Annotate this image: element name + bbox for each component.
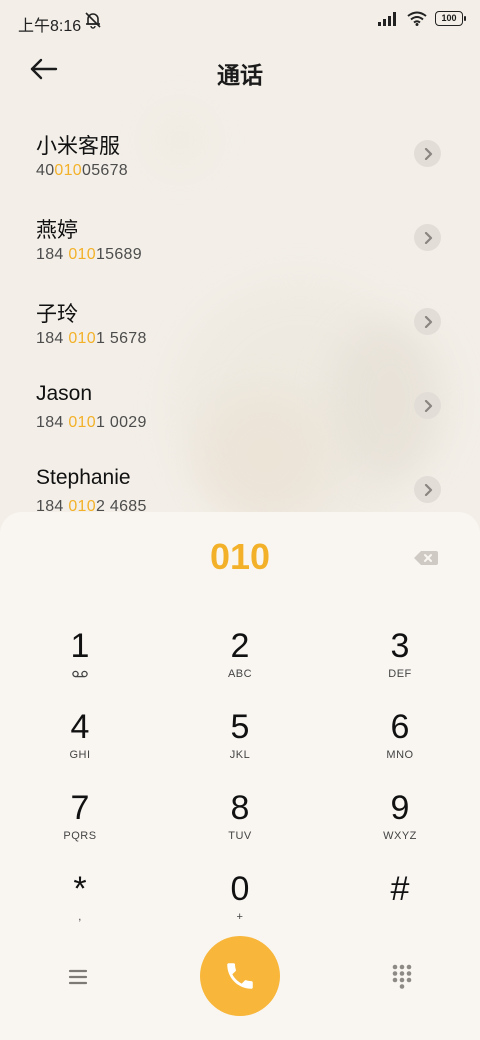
chevron-right-icon xyxy=(424,147,432,160)
key-letters: GHI xyxy=(69,749,91,761)
contact-detail-button[interactable] xyxy=(414,392,441,419)
wifi-icon xyxy=(407,11,427,26)
contact-name: 小米客服 xyxy=(36,135,120,158)
contact-number: 4001005678 xyxy=(36,162,129,179)
key-hash[interactable]: # xyxy=(340,869,460,945)
key-7[interactable]: 7 PQRS xyxy=(20,788,140,864)
key-digit: 0 xyxy=(230,870,250,908)
status-bar: 上午8:16 100 xyxy=(0,0,480,40)
key-star[interactable]: * , xyxy=(20,869,140,945)
voicemail-icon xyxy=(72,670,88,678)
key-digit: # xyxy=(390,870,410,908)
page-title: 通话 xyxy=(217,62,263,88)
key-5[interactable]: 5 JKL xyxy=(180,707,300,783)
key-letters: PQRS xyxy=(63,830,97,842)
key-letters: MNO xyxy=(386,749,414,761)
backspace-icon[interactable] xyxy=(413,548,439,568)
key-letters: DEF xyxy=(388,668,412,680)
chevron-right-icon xyxy=(424,315,432,328)
key-0[interactable]: 0 + xyxy=(180,869,300,945)
contact-result[interactable]: Jason 184 0101 0029 xyxy=(0,372,480,456)
chevron-right-icon xyxy=(424,483,432,496)
key-2[interactable]: 2 ABC xyxy=(180,626,300,702)
chevron-right-icon xyxy=(424,399,432,412)
dialer-action-bar xyxy=(0,936,480,1016)
key-9[interactable]: 9 WXYZ xyxy=(340,788,460,864)
key-digit: 5 xyxy=(230,708,250,746)
contact-detail-button[interactable] xyxy=(414,308,441,335)
contact-result[interactable]: 子玲 184 0101 5678 xyxy=(0,288,480,372)
key-digit: * xyxy=(73,870,87,908)
key-8[interactable]: 8 TUV xyxy=(180,788,300,864)
key-digit: 8 xyxy=(230,789,250,827)
key-digit: 6 xyxy=(390,708,410,746)
key-digit: 4 xyxy=(70,708,90,746)
signal-icon xyxy=(378,11,396,26)
key-3[interactable]: 3 DEF xyxy=(340,626,460,702)
contact-detail-button[interactable] xyxy=(414,140,441,167)
mute-notification-icon xyxy=(85,12,101,29)
key-letters: TUV xyxy=(228,830,252,842)
key-1[interactable]: 1 xyxy=(20,626,140,702)
key-letters: + xyxy=(236,911,244,923)
contact-number: 184 01015689 xyxy=(36,246,142,263)
key-letters: WXYZ xyxy=(383,830,417,842)
contact-result[interactable]: 小米客服 4001005678 xyxy=(0,120,480,204)
key-letters: ABC xyxy=(227,668,253,680)
dialpad-panel: 010 1 2 ABC 3 DEF 4 GHI 5 JKL 6 MNO 7 PQ… xyxy=(0,512,480,1040)
key-letters: , xyxy=(78,911,82,923)
contact-number: 184 0101 0029 xyxy=(36,414,147,431)
contact-result[interactable]: Stephanie 184 0102 4685 xyxy=(0,456,480,515)
contact-detail-button[interactable] xyxy=(414,476,441,503)
keypad-icon[interactable] xyxy=(388,962,416,990)
status-time: 上午8:16 xyxy=(18,18,82,35)
contact-name: 子玲 xyxy=(36,303,78,326)
key-letters: JKL xyxy=(229,749,251,761)
contact-results-list: 小米客服 4001005678 燕婷 184 01015689 子玲 184 0… xyxy=(0,120,480,515)
contact-number: 184 0101 5678 xyxy=(36,330,147,347)
contact-detail-button[interactable] xyxy=(414,224,441,251)
battery-icon: 100 xyxy=(435,11,466,26)
contact-name: 燕婷 xyxy=(36,219,78,242)
dialed-number[interactable]: 010 xyxy=(0,536,480,578)
chevron-right-icon xyxy=(424,231,432,244)
call-button[interactable] xyxy=(200,936,280,1016)
key-4[interactable]: 4 GHI xyxy=(20,707,140,783)
key-6[interactable]: 6 MNO xyxy=(340,707,460,783)
key-digit: 1 xyxy=(70,627,90,665)
key-digit: 3 xyxy=(390,627,410,665)
contact-name: Jason xyxy=(36,382,93,405)
header: 通话 xyxy=(0,44,480,96)
phone-icon xyxy=(227,963,253,989)
contact-name: Stephanie xyxy=(36,466,131,489)
key-digit: 7 xyxy=(70,789,90,827)
key-digit: 2 xyxy=(230,627,250,665)
key-digit: 9 xyxy=(390,789,410,827)
menu-icon[interactable] xyxy=(62,964,94,990)
battery-level: 100 xyxy=(435,11,463,26)
contact-result[interactable]: 燕婷 184 01015689 xyxy=(0,204,480,288)
